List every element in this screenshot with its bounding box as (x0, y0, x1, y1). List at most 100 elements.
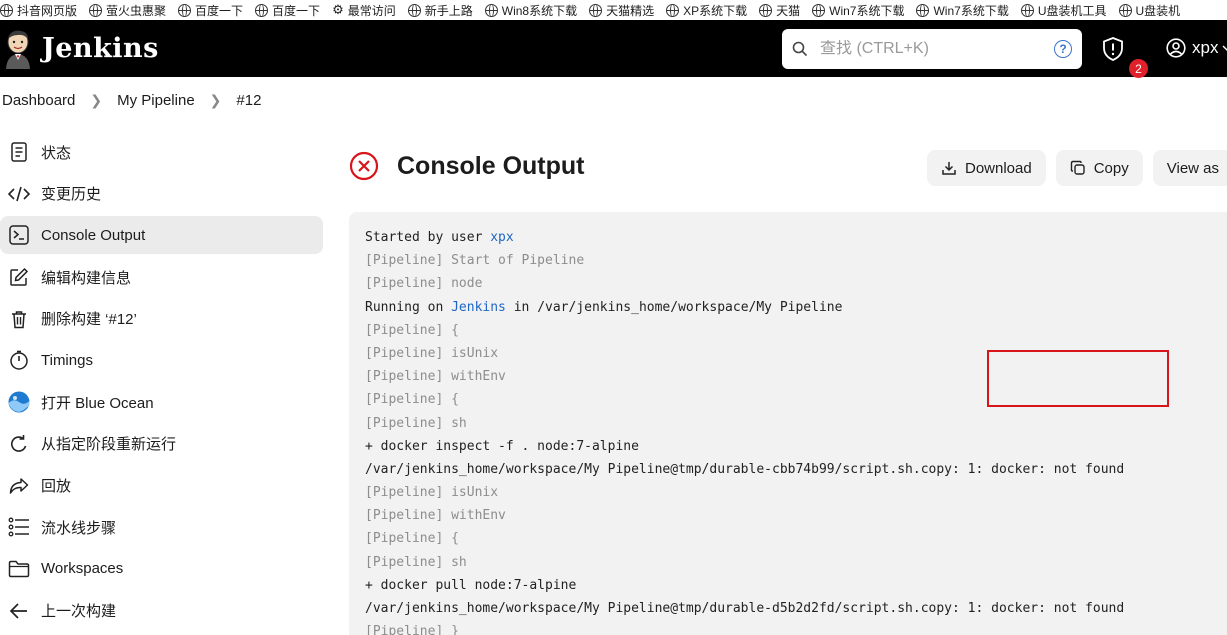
console-line-text: [Pipeline] node (365, 276, 483, 292)
bookmark-label: Win7系统下载 (829, 3, 905, 18)
bookmark-item[interactable]: Win7系统下载 (916, 2, 1009, 19)
bookmark-label: 百度一下 (195, 3, 244, 18)
title-row: Console Output (349, 151, 584, 181)
page-title: Console Output (397, 151, 585, 180)
top-header: Jenkins ? 2 xpx (0, 20, 1227, 78)
console-line: /var/jenkins_home/workspace/My Pipeline@… (365, 458, 1227, 481)
bookmark-item[interactable]: 百度一下 (178, 2, 243, 19)
download-button[interactable]: Download (927, 150, 1046, 186)
sidebar-item[interactable]: 变更历史 (0, 175, 323, 213)
console-link[interactable]: xpx (490, 230, 513, 245)
console-line-text: Running on (365, 299, 452, 315)
console-line-text: Started by user (365, 230, 491, 245)
globe-icon (484, 3, 498, 17)
sidebar-item[interactable]: 上一次构建 (0, 592, 323, 630)
sidebar-item[interactable]: Workspaces (0, 550, 323, 588)
help-icon[interactable]: ? (1054, 40, 1072, 58)
console-line: [Pipeline] isUnix (365, 481, 1227, 504)
sidebar-item[interactable]: 状态 (0, 133, 323, 171)
sidebar-item[interactable]: 回放 (0, 467, 323, 505)
globe-icon (812, 3, 826, 17)
console-line: [Pipeline] sh (365, 551, 1227, 574)
search-input[interactable] (820, 40, 1054, 58)
sidebar-item[interactable]: 打开 Blue Ocean (0, 383, 323, 421)
globe-icon (255, 3, 269, 17)
bookmark-item[interactable]: Win8系统下载 (484, 2, 577, 19)
security-shield-icon[interactable] (1102, 37, 1124, 61)
bookmark-label: 百度一下 (272, 3, 321, 18)
bookmark-item[interactable]: 新手上路 (407, 2, 473, 19)
bookmark-label: U盘装机工具 (1037, 3, 1107, 18)
sidebar-item-label: 流水线步骤 (41, 519, 117, 537)
bookmark-item[interactable]: 百度一下 (255, 2, 320, 19)
breadcrumb: Dashboard ❯ My Pipeline ❯ #12 (0, 77, 1227, 123)
console-line-text: [Pipeline] withEnv (365, 508, 506, 524)
bookmark-label: 抖音网页版 (17, 3, 78, 18)
breadcrumb-pipeline[interactable]: My Pipeline (117, 92, 195, 109)
console-line-text: /var/jenkins_home/workspace/My Pipeline@… (365, 461, 1125, 477)
console-line: [Pipeline] Start of Pipeline (365, 249, 1227, 272)
sidebar-item-label: 从指定阶段重新运行 (41, 436, 177, 454)
copy-button[interactable]: Copy (1055, 150, 1143, 186)
sidebar-item[interactable]: 删除构建 ‘#12’ (0, 300, 323, 338)
console-line-text: + docker pull node:7-alpine (365, 577, 577, 593)
bookmark-item[interactable]: 天猫精选 (589, 2, 654, 19)
console-line: [Pipeline] { (365, 527, 1227, 550)
search-box[interactable]: ? (782, 29, 1082, 69)
action-buttons: Download Copy View as (927, 150, 1227, 186)
bookmark-item[interactable]: U盘装机 (1118, 2, 1181, 19)
user-menu[interactable]: xpx (1166, 38, 1227, 58)
bookmark-label: 萤火虫惠聚 (106, 3, 167, 18)
console-line-text: [Pipeline] { (365, 322, 459, 338)
console-line: [Pipeline] sh (365, 412, 1227, 435)
arrow-left-icon (8, 600, 30, 622)
bookmark-item[interactable]: U盘装机工具 (1020, 2, 1107, 19)
breadcrumb-dashboard[interactable]: Dashboard (2, 92, 75, 109)
console-line-text: [Pipeline] } (365, 624, 459, 635)
sidebar: 状态变更历史 Console Output 编辑构建信息 删除构建 ‘#12’ Timi… (0, 133, 323, 633)
copy-icon (1070, 160, 1085, 175)
view-as-button[interactable]: View as (1152, 150, 1227, 186)
brand-name: Jenkins (42, 33, 159, 64)
globe-icon (178, 3, 192, 17)
terminal-icon (8, 224, 30, 246)
sidebar-item[interactable]: 编辑构建信息 (0, 258, 323, 296)
sidebar-item-label: 编辑构建信息 (41, 269, 132, 287)
bookmark-item[interactable]: 抖音网页版 (0, 2, 77, 19)
bookmark-item[interactable]: ⚙ 最常访问 (332, 2, 396, 19)
sidebar-item-label: 回放 (41, 478, 72, 495)
bookmark-label: 天猫精选 (606, 3, 655, 18)
sidebar-item-label: Timings (41, 351, 93, 369)
bookmark-item[interactable]: XP系统下载 (666, 2, 747, 19)
console-line-text: [Pipeline] sh (365, 415, 467, 431)
console-line: [Pipeline] { (365, 319, 1227, 342)
console-link[interactable]: Jenkins (451, 300, 506, 315)
sidebar-item[interactable]: Console Output (0, 216, 323, 255)
sidebar-item[interactable]: 从指定阶段重新运行 (0, 425, 323, 463)
breadcrumb-separator-icon: ❯ (90, 91, 103, 108)
bookmark-item[interactable]: 萤火虫惠聚 (89, 2, 166, 19)
bookmark-label: U盘装机 (1135, 3, 1181, 18)
console-line-text: [Pipeline] { (365, 531, 459, 547)
bookmark-item[interactable]: 天猫 (759, 2, 800, 19)
globe-icon (666, 3, 680, 17)
globe-icon (89, 3, 103, 17)
console-line-text: [Pipeline] isUnix (365, 485, 499, 501)
sidebar-item-label: 删除构建 ‘#12’ (41, 311, 137, 329)
breadcrumb-build[interactable]: #12 (236, 92, 261, 109)
console-line: [Pipeline] node (365, 272, 1227, 295)
jenkins-logo[interactable]: Jenkins (2, 29, 159, 69)
failed-status-icon (349, 151, 379, 181)
globe-icon (916, 3, 930, 17)
console-line-text: [Pipeline] sh (365, 554, 467, 570)
globe-icon (1020, 3, 1034, 17)
user-icon (1166, 38, 1186, 58)
bookmark-item[interactable]: Win7系统下载 (812, 2, 904, 19)
sidebar-item[interactable]: Timings (0, 341, 323, 379)
globe-icon (589, 3, 603, 17)
globe-icon (1118, 3, 1132, 17)
bookmark-label: XP系统下载 (683, 3, 748, 18)
sidebar-item[interactable]: 流水线步骤 (0, 508, 323, 546)
console-line: + docker inspect -f . node:7-alpine (365, 435, 1227, 458)
globe-icon (759, 3, 773, 17)
